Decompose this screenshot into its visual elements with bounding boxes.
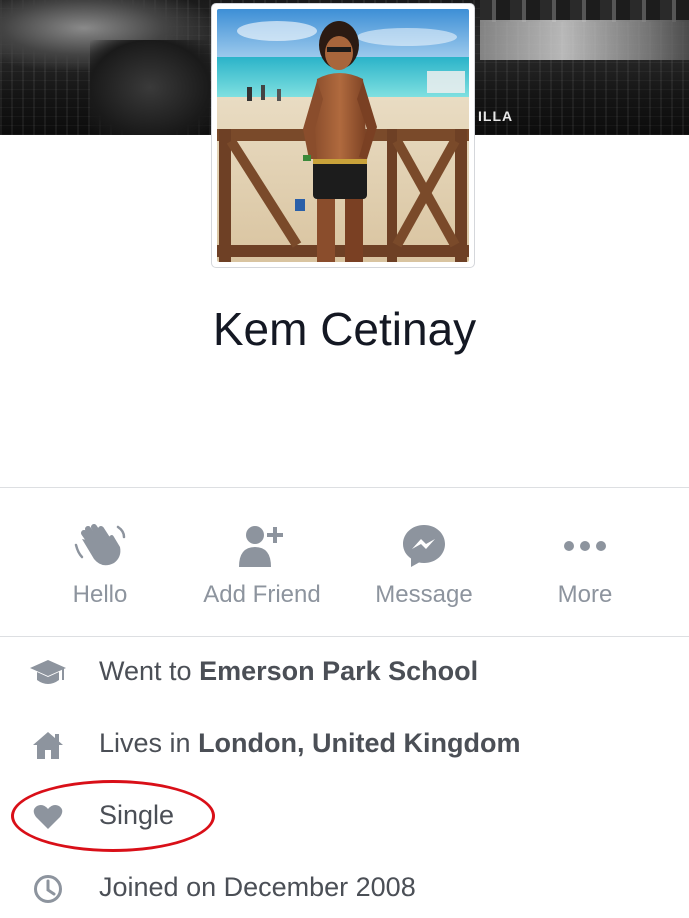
highlight-circle bbox=[11, 780, 215, 852]
about-location-text: Lives in London, United Kingdom bbox=[99, 728, 521, 759]
about-education-row[interactable]: Went to Emerson Park School bbox=[0, 637, 689, 707]
hello-label: Hello bbox=[72, 581, 128, 608]
cover-shape bbox=[90, 40, 210, 135]
education-school-link[interactable]: Emerson Park School bbox=[199, 656, 478, 686]
profile-photo bbox=[217, 9, 469, 262]
add-friend-label: Add Friend bbox=[203, 581, 321, 608]
cover-shape bbox=[480, 20, 689, 60]
education-prefix: Went to bbox=[99, 656, 200, 686]
location-prefix: Lives in bbox=[99, 728, 199, 758]
cover-shape bbox=[480, 0, 689, 22]
hello-button[interactable]: Hello bbox=[40, 488, 160, 636]
profile-name: Kem Cetinay bbox=[212, 303, 477, 355]
graduation-cap-icon bbox=[28, 653, 68, 693]
clock-icon bbox=[28, 869, 68, 909]
message-button[interactable]: Message bbox=[360, 488, 488, 636]
more-icon bbox=[555, 521, 615, 571]
about-education-text: Went to Emerson Park School bbox=[99, 656, 478, 687]
profile-actions: Hello Add Friend Message More bbox=[0, 488, 689, 636]
about-joined-row: Joined on December 2008 bbox=[0, 853, 689, 918]
wave-icon bbox=[70, 521, 130, 571]
more-label: More bbox=[557, 581, 613, 608]
add-friend-icon bbox=[232, 521, 292, 571]
cover-sign-text: ILLA bbox=[478, 108, 514, 124]
location-city-link[interactable]: London, United Kingdom bbox=[198, 728, 520, 758]
home-icon bbox=[28, 725, 68, 765]
profile-picture[interactable] bbox=[212, 4, 474, 267]
add-friend-button[interactable]: Add Friend bbox=[187, 488, 337, 636]
more-button[interactable]: More bbox=[530, 488, 640, 636]
joined-date: Joined on December 2008 bbox=[99, 872, 416, 902]
message-label: Message bbox=[375, 581, 473, 608]
about-location-row[interactable]: Lives in London, United Kingdom bbox=[0, 709, 689, 779]
beach-photo bbox=[217, 9, 469, 262]
messenger-icon bbox=[394, 521, 454, 571]
